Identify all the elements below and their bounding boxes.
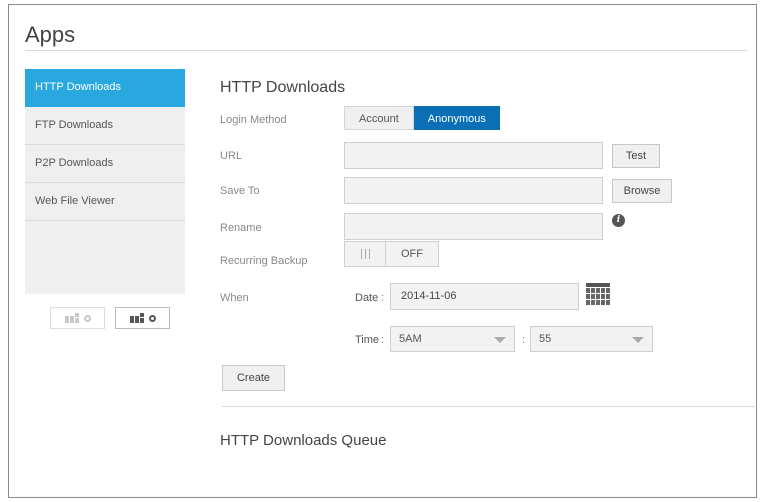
sidebar-item-label: FTP Downloads: [35, 119, 114, 131]
minute-select[interactable]: 55: [530, 326, 653, 352]
page-title: Apps: [25, 22, 76, 47]
date-label: Date: [355, 292, 379, 304]
toggle-state-label: OFF: [401, 248, 423, 260]
toggle-grip-icon: [345, 242, 386, 266]
login-anonymous-option[interactable]: Anonymous: [413, 106, 500, 130]
section-divider: [222, 406, 755, 407]
info-icon[interactable]: i: [612, 214, 625, 227]
login-method-toggle: Account Anonymous: [344, 106, 500, 130]
hour-value: 5AM: [399, 333, 422, 345]
minute-value: 55: [539, 333, 552, 345]
sidebar-item-http-downloads[interactable]: HTTP Downloads: [25, 69, 185, 107]
create-button[interactable]: Create: [222, 365, 285, 391]
recurring-backup-toggle[interactable]: OFF: [344, 241, 439, 267]
chevron-down-icon: [632, 337, 644, 343]
date-colon: :: [381, 292, 385, 304]
sidebar: HTTP Downloads FTP Downloads P2P Downloa…: [25, 69, 185, 294]
remove-app-button[interactable]: [50, 307, 105, 329]
save-to-label: Save To: [220, 185, 260, 197]
login-account-option[interactable]: Account: [344, 106, 414, 130]
login-method-label: Login Method: [220, 114, 287, 126]
calendar-icon[interactable]: [586, 283, 610, 305]
browse-button[interactable]: Browse: [612, 179, 672, 203]
form-title: HTTP Downloads: [220, 79, 346, 96]
time-label: Time: [355, 334, 380, 346]
url-input[interactable]: [344, 142, 603, 169]
queue-title: HTTP Downloads Queue: [220, 432, 387, 449]
add-app-button[interactable]: [115, 307, 170, 329]
sidebar-item-label: P2P Downloads: [35, 157, 114, 169]
url-label: URL: [220, 150, 243, 162]
rename-input[interactable]: [344, 213, 603, 240]
recurring-backup-label: Recurring Backup: [220, 255, 308, 267]
title-divider: [25, 50, 747, 51]
hour-minute-separator: :: [522, 334, 526, 346]
add-app-icon: [129, 313, 156, 323]
sidebar-item-label: HTTP Downloads: [35, 81, 121, 93]
remove-app-icon: [64, 313, 91, 323]
when-label: When: [220, 292, 249, 304]
save-to-input[interactable]: [344, 177, 603, 204]
time-colon: :: [381, 334, 385, 346]
date-input[interactable]: 2014-11-06: [390, 283, 579, 310]
sidebar-item-label: Web File Viewer: [35, 195, 115, 207]
sidebar-item-web-file-viewer[interactable]: Web File Viewer: [25, 183, 185, 221]
hour-select[interactable]: 5AM: [390, 326, 515, 352]
rename-label: Rename: [220, 222, 262, 234]
sidebar-item-p2p-downloads[interactable]: P2P Downloads: [25, 145, 185, 183]
sidebar-item-ftp-downloads[interactable]: FTP Downloads: [25, 107, 185, 145]
chevron-down-icon: [494, 337, 506, 343]
test-button[interactable]: Test: [612, 144, 660, 168]
